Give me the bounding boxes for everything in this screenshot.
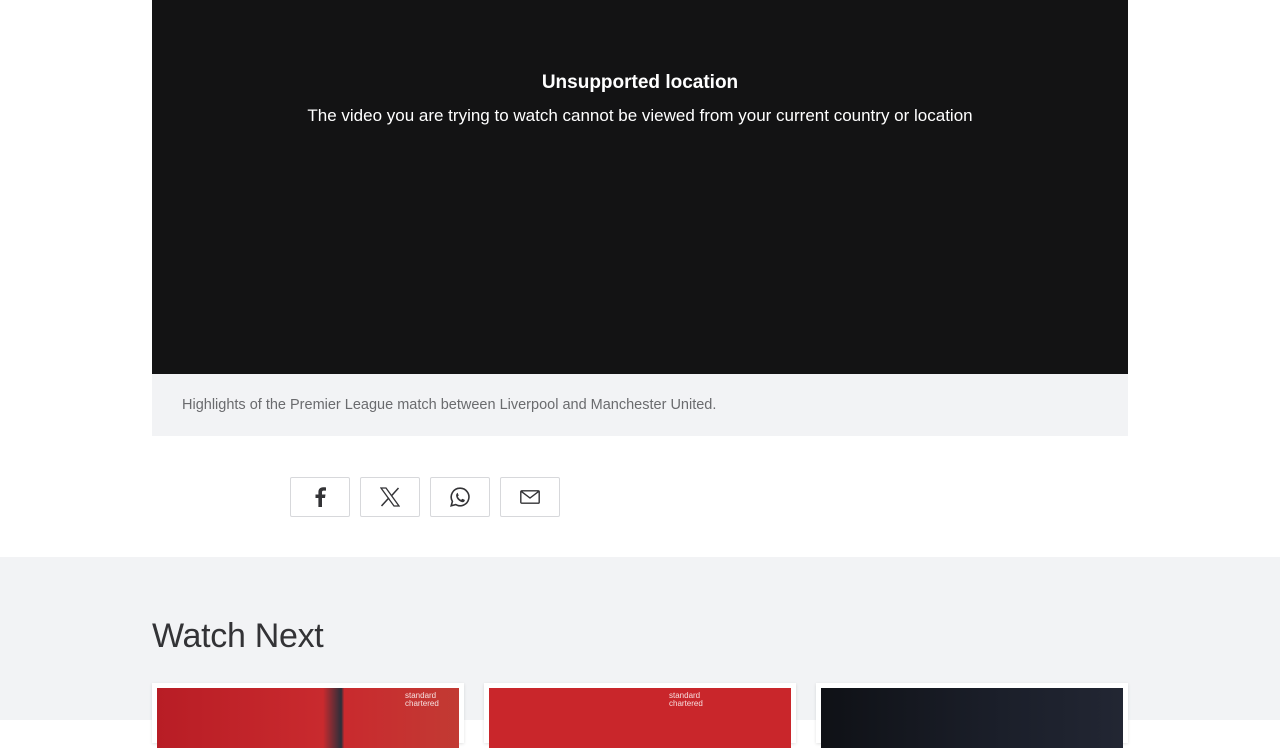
share-x-button[interactable] <box>360 477 420 517</box>
share-whatsapp-button[interactable] <box>430 477 490 517</box>
x-icon <box>380 487 400 507</box>
share-buttons <box>290 477 560 517</box>
whatsapp-icon <box>450 487 470 507</box>
facebook-icon <box>314 487 326 507</box>
watch-next-section: Watch Next standard chartered standard c… <box>0 557 1280 748</box>
video-thumbnail[interactable]: standard chartered <box>157 688 459 748</box>
video-caption: Highlights of the Premier League match b… <box>152 374 1128 436</box>
watch-next-heading: Watch Next <box>152 617 324 655</box>
video-card[interactable]: standard chartered <box>152 683 464 748</box>
share-email-button[interactable] <box>500 477 560 517</box>
video-player[interactable]: Unsupported location The video you are t… <box>152 0 1128 374</box>
sponsor-logo: standard chartered <box>405 691 439 708</box>
video-thumbnail[interactable] <box>821 688 1123 748</box>
sponsor-logo: standard chartered <box>669 691 703 708</box>
video-card[interactable] <box>816 683 1128 748</box>
video-card[interactable]: standard chartered <box>484 683 796 748</box>
video-error-message: The video you are trying to watch cannot… <box>307 106 973 125</box>
share-facebook-button[interactable] <box>290 477 350 517</box>
video-caption-text: Highlights of the Premier League match b… <box>182 397 717 413</box>
video-error-title: Unsupported location <box>541 72 739 93</box>
email-icon <box>520 490 540 504</box>
video-thumbnail[interactable]: standard chartered <box>489 688 791 748</box>
